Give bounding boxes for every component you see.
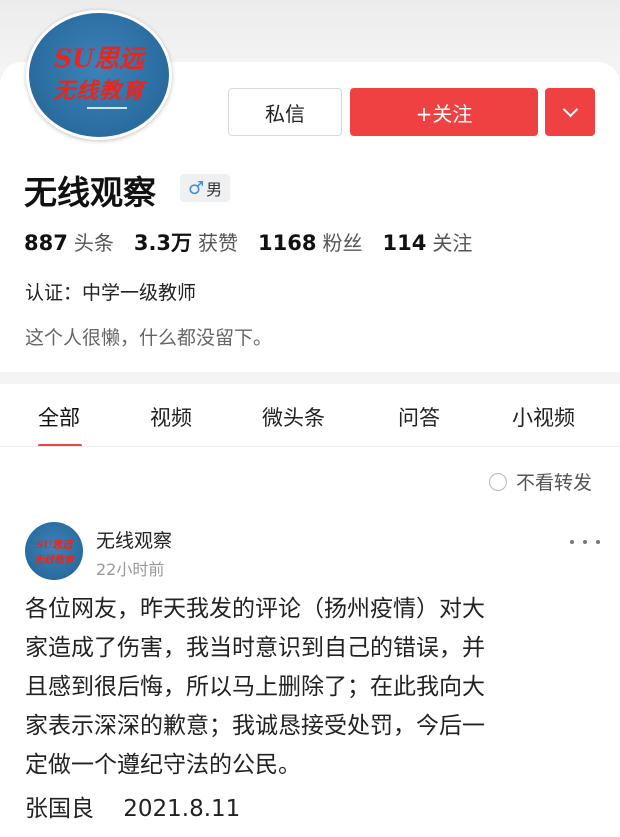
- tabs-divider: [0, 446, 620, 447]
- follow-button[interactable]: +关注: [350, 88, 538, 136]
- post-body-line: 家造成了伤害，我当时意识到自己的错误，并: [25, 635, 485, 661]
- stat-value: 3.3万: [133, 231, 193, 255]
- post-body-line: 且感到很后悔，所以马上删除了；在此我向大: [25, 674, 485, 700]
- profile-stats: 887 头条 3.3万 获赞 1168 粉丝 114 关注: [24, 227, 492, 257]
- stat-value: 114: [382, 231, 427, 255]
- stat-label: 头条: [73, 231, 114, 255]
- certification-text: 认证：中学一级教师: [25, 282, 197, 304]
- post-timestamp: 22小时前: [96, 560, 165, 579]
- hide-reposts-toggle[interactable]: 不看转发: [488, 468, 592, 495]
- section-divider: [0, 372, 620, 384]
- dot: [596, 540, 600, 544]
- chevron-down-icon: [562, 101, 578, 118]
- post-author-name[interactable]: 无线观察: [96, 526, 172, 553]
- avatar-text-line2: 无线教育: [34, 555, 74, 566]
- avatar-decoration: [87, 107, 127, 109]
- dot: [583, 540, 587, 544]
- post-body-line: 定做一个遵纪守法的公民。: [25, 752, 301, 778]
- avatar-text-line2: 无线教育: [52, 78, 145, 104]
- post-signature: 张国良 2021.8.11: [25, 796, 241, 822]
- stat-value: 887: [24, 231, 68, 255]
- tab-video[interactable]: 视频: [150, 402, 192, 432]
- radio-icon[interactable]: [488, 472, 507, 491]
- tab-qa[interactable]: 问答: [398, 402, 440, 432]
- dot: [570, 540, 574, 544]
- message-button[interactable]: 私信: [228, 88, 342, 136]
- tab-micro-posts[interactable]: 微头条: [262, 402, 325, 432]
- stat-label: 关注: [432, 231, 473, 255]
- avatar[interactable]: SU思远 无线教育: [26, 10, 172, 140]
- male-icon: ♂: [188, 177, 205, 199]
- post-author-avatar[interactable]: SU思远 无线教育: [25, 522, 83, 580]
- gender-badge: ♂ 男: [180, 174, 231, 202]
- tab-all[interactable]: 全部: [38, 402, 80, 432]
- stat-followers[interactable]: 1168 粉丝: [258, 227, 362, 256]
- post-body-line: 各位网友，昨天我发的评论（扬州疫情）对大: [25, 596, 485, 622]
- stat-label: 获赞: [198, 231, 239, 255]
- avatar-text-line1: SU思远: [36, 540, 72, 551]
- profile-name: 无线观察: [24, 173, 156, 212]
- avatar-text-line1: SU思远: [54, 44, 144, 73]
- hide-reposts-label: 不看转发: [515, 472, 592, 494]
- bio-text: 这个人很懒，什么都没留下。: [25, 327, 273, 349]
- tab-short-video[interactable]: 小视频: [512, 402, 575, 432]
- stat-following[interactable]: 114 关注: [383, 227, 473, 256]
- post-body[interactable]: 各位网友，昨天我发的评论（扬州疫情）对大 家造成了伤害，我当时意识到自己的错误，…: [25, 590, 595, 785]
- post-body-line: 家表示深深的歉意；我诚恳接受处罚，今后一: [25, 713, 485, 739]
- more-options-button[interactable]: [545, 88, 595, 136]
- stat-articles[interactable]: 887 头条: [24, 227, 114, 256]
- stat-label: 粉丝: [322, 231, 363, 255]
- stat-value: 1168: [258, 231, 317, 255]
- content-tabs: 全部 视频 微头条 问答 小视频: [0, 388, 620, 447]
- gender-label: 男: [206, 180, 223, 199]
- stat-likes[interactable]: 3.3万 获赞: [134, 227, 238, 257]
- more-icon[interactable]: [570, 538, 600, 546]
